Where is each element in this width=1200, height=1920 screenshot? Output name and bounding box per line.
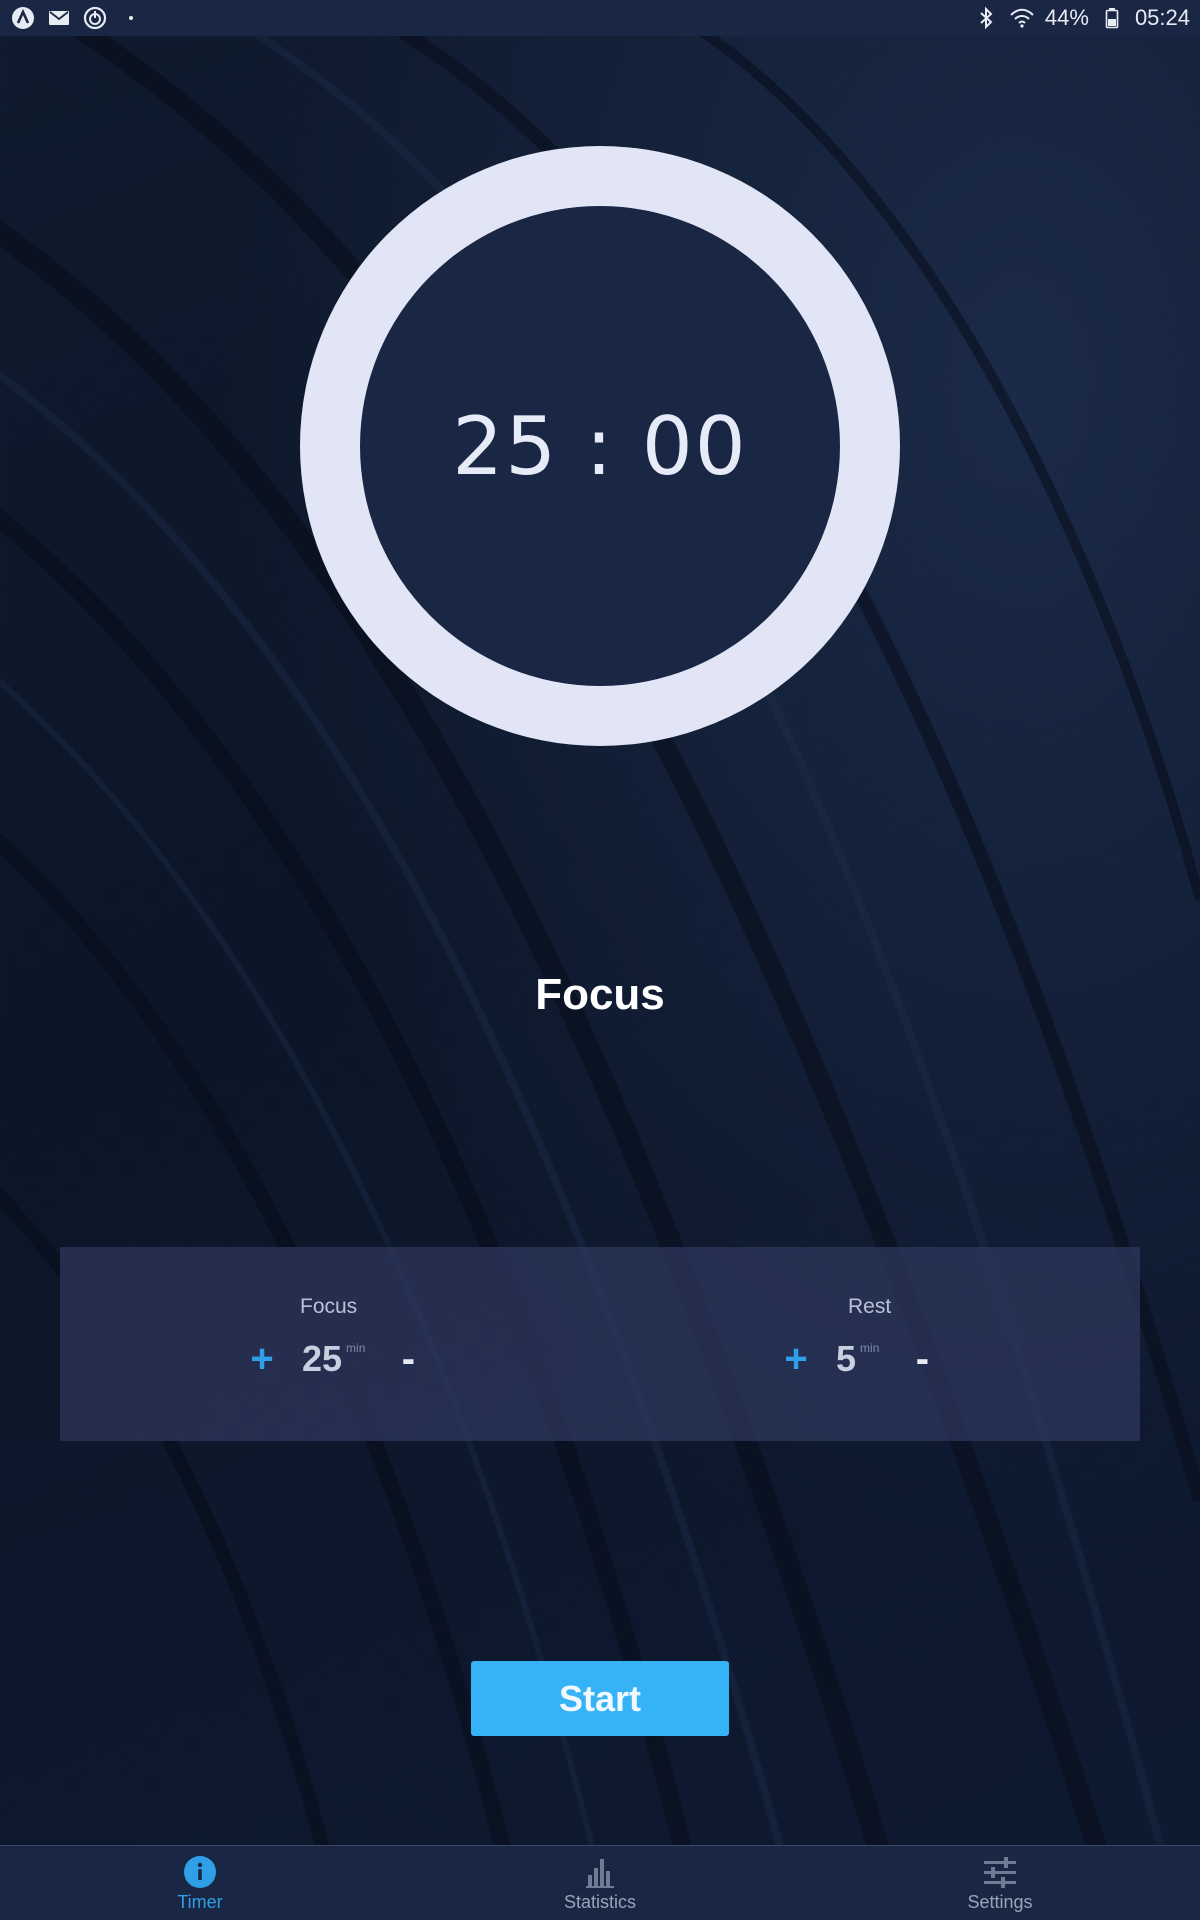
rest-duration-setting: Rest + 5 min - xyxy=(600,1247,1140,1441)
wifi-icon xyxy=(1009,5,1035,31)
focus-increase-button[interactable]: + xyxy=(244,1337,280,1381)
sliders-icon xyxy=(982,1854,1018,1890)
status-bar: 44% 05:24 xyxy=(0,0,1200,36)
rest-setting-title: Rest xyxy=(848,1295,892,1318)
rest-duration-unit: min xyxy=(860,1341,880,1355)
bluetooth-icon xyxy=(973,5,999,31)
focus-duration-stepper: + 25 min - xyxy=(244,1337,423,1381)
rest-duration-value: 5 xyxy=(836,1338,857,1379)
nav-label-timer: Timer xyxy=(177,1892,223,1912)
focus-duration-setting: Focus + 25 min - xyxy=(60,1247,600,1441)
bottom-navigation: Timer Statistics Settings xyxy=(0,1845,1200,1920)
info-icon xyxy=(182,1854,218,1890)
focus-decrease-button[interactable]: - xyxy=(393,1337,423,1381)
duration-settings-panel: Focus + 25 min - Rest + 5 min - xyxy=(60,1247,1140,1441)
dot-icon xyxy=(118,5,144,31)
start-button[interactable]: Start xyxy=(471,1661,729,1736)
timer-face: 25 : 00 xyxy=(360,206,840,686)
power-timer-icon xyxy=(82,5,108,31)
bar-chart-icon xyxy=(582,1854,618,1890)
timer-countdown: 25 : 00 xyxy=(452,399,748,493)
clock-time: 05:24 xyxy=(1134,5,1190,30)
focus-duration-unit: min xyxy=(346,1341,366,1355)
rest-duration-stepper: + 5 min - xyxy=(778,1337,937,1381)
nav-label-settings: Settings xyxy=(967,1892,1033,1912)
battery-icon xyxy=(1099,5,1125,31)
status-left-icons xyxy=(0,5,154,31)
mail-icon xyxy=(46,5,72,31)
rest-increase-button[interactable]: + xyxy=(778,1337,814,1381)
timer-progress-ring: 25 : 00 xyxy=(300,146,900,746)
nav-tab-timer[interactable]: Timer xyxy=(0,1846,400,1920)
rest-decrease-button[interactable]: - xyxy=(907,1337,937,1381)
battery-percent: 44% xyxy=(1044,5,1089,30)
current-mode-label: Focus xyxy=(535,970,665,1019)
nav-label-statistics: Statistics xyxy=(563,1892,637,1912)
nav-tab-settings[interactable]: Settings xyxy=(800,1846,1200,1920)
focus-duration-value: 25 xyxy=(302,1338,343,1379)
app-logo-icon xyxy=(10,5,36,31)
status-right-icons: 44% 05:24 xyxy=(963,5,1200,31)
nav-tab-statistics[interactable]: Statistics xyxy=(400,1846,800,1920)
focus-setting-title: Focus xyxy=(300,1295,358,1318)
